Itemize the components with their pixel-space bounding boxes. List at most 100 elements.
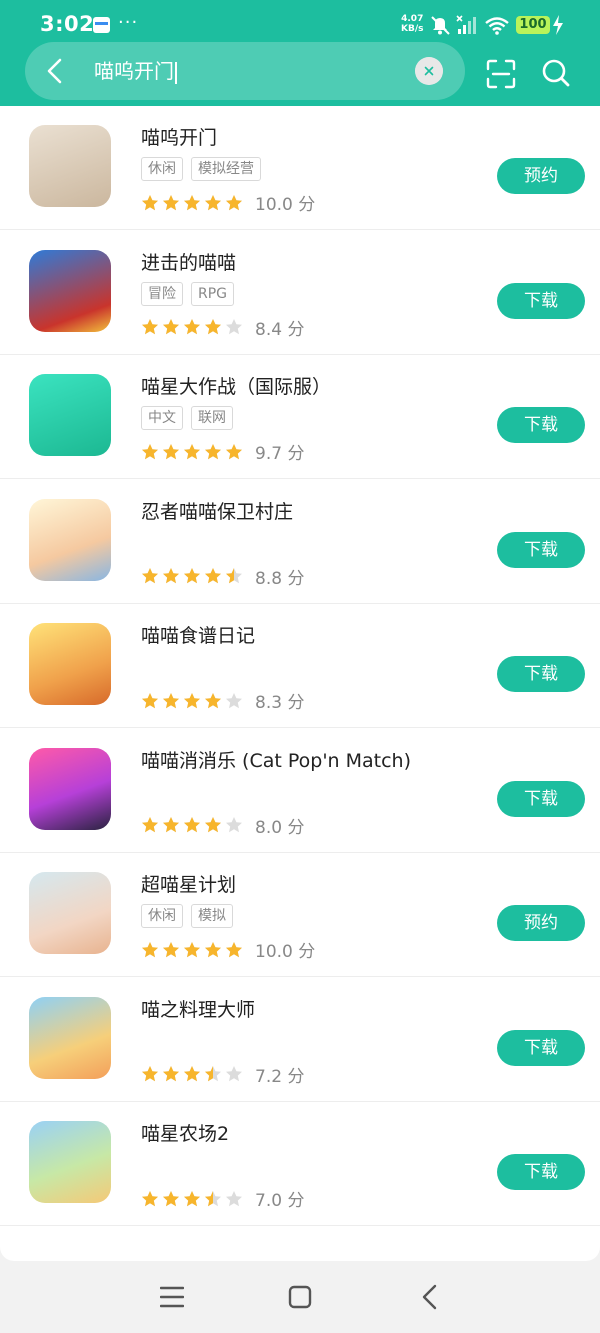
app-name[interactable]: 喵喵食谱日记 bbox=[141, 621, 255, 648]
app-icon[interactable] bbox=[29, 1121, 111, 1203]
star-icon bbox=[184, 941, 200, 957]
app-tag: 中文 bbox=[141, 406, 183, 430]
app-rating: 8.4 分 bbox=[141, 315, 304, 340]
app-result-row[interactable]: 进击的喵喵冒险 RPG 8.4 分 下载 bbox=[0, 231, 600, 355]
rating-score: 8.0 分 bbox=[255, 817, 305, 838]
app-result-row[interactable]: 喵喵食谱日记 8.3 分 下载 bbox=[0, 604, 600, 728]
rating-score: 8.3 分 bbox=[255, 693, 305, 713]
network-speed-value: 4.07 bbox=[401, 14, 424, 24]
status-bar: 3:02 ··· 4.07 KB/s 100 bbox=[0, 0, 600, 46]
app-icon[interactable] bbox=[29, 996, 111, 1079]
star-icon bbox=[142, 568, 158, 584]
clear-icon[interactable] bbox=[415, 57, 443, 85]
app-tags: 冒险 RPG bbox=[141, 281, 235, 306]
star-icon bbox=[163, 941, 179, 957]
star-icon bbox=[205, 941, 221, 957]
app-name[interactable]: 忍者喵喵保卫村庄 bbox=[141, 497, 293, 524]
rating-score: 7.2 分 bbox=[255, 1066, 305, 1087]
rating-score: 9.7 分 bbox=[255, 444, 305, 464]
app-rating: 7.0 分 bbox=[141, 1186, 304, 1211]
star-icon bbox=[142, 692, 158, 708]
network-speed-unit: KB/s bbox=[401, 24, 424, 34]
navigation-bar bbox=[0, 1261, 600, 1333]
star-icon bbox=[163, 692, 179, 708]
star-icon bbox=[184, 1066, 200, 1082]
download-button[interactable]: 下载 bbox=[497, 780, 585, 817]
download-button[interactable]: 下载 bbox=[497, 407, 585, 443]
app-rating: 8.3 分 bbox=[141, 688, 304, 713]
star-icon bbox=[142, 941, 158, 957]
app-icon[interactable] bbox=[29, 623, 111, 705]
app-name[interactable]: 喵星农场2 bbox=[141, 1119, 229, 1146]
app-icon[interactable] bbox=[29, 374, 111, 456]
signal-icon bbox=[456, 15, 476, 34]
charging-icon bbox=[553, 15, 563, 35]
reserve-button[interactable]: 预约 bbox=[497, 158, 585, 194]
download-button[interactable]: 下载 bbox=[497, 282, 585, 319]
rating-stars bbox=[141, 941, 243, 959]
search-input[interactable]: 喵呜开门 bbox=[94, 58, 177, 84]
app-icon[interactable] bbox=[29, 872, 111, 954]
star-icon bbox=[226, 443, 242, 459]
mute-bell-icon bbox=[431, 16, 450, 35]
app-tags: 休闲 模拟 bbox=[141, 904, 233, 928]
app-tags: 中文 联网 bbox=[141, 406, 233, 430]
app-tag: RPG bbox=[191, 281, 235, 306]
more-notifications-icon: ··· bbox=[118, 12, 139, 33]
app-tag: 模拟 bbox=[191, 904, 233, 928]
star-icon bbox=[163, 443, 179, 459]
app-icon[interactable] bbox=[29, 747, 111, 830]
app-icon[interactable] bbox=[29, 125, 111, 207]
star-icon bbox=[226, 194, 242, 210]
search-icon[interactable] bbox=[541, 58, 571, 88]
app-result-row[interactable]: 喵之料理大师 7.2 分 下载 bbox=[0, 978, 600, 1102]
battery-level: 100 bbox=[516, 16, 550, 34]
star-icon bbox=[163, 194, 179, 210]
app-rating: 10.0 分 bbox=[141, 190, 315, 215]
app-tags: 休闲 模拟经营 bbox=[141, 157, 261, 181]
app-name[interactable]: 喵之料理大师 bbox=[141, 995, 255, 1022]
star-icon bbox=[205, 194, 221, 210]
search-bar[interactable] bbox=[25, 42, 465, 100]
download-button[interactable]: 下载 bbox=[497, 1154, 585, 1190]
app-result-row[interactable]: 喵呜开门休闲 模拟经营 10.0 分 预约 bbox=[0, 106, 600, 230]
app-name[interactable]: 喵星大作战（国际服） bbox=[141, 372, 331, 399]
text-caret bbox=[175, 61, 177, 84]
back-icon[interactable] bbox=[418, 1284, 442, 1310]
star-icon bbox=[142, 817, 158, 833]
rating-stars bbox=[141, 443, 243, 461]
app-result-row[interactable]: 忍者喵喵保卫村庄 8.8 分 下载 bbox=[0, 480, 600, 604]
app-name[interactable]: 进击的喵喵 bbox=[141, 248, 236, 275]
star-icon bbox=[205, 319, 221, 335]
app-result-row[interactable]: 喵星大作战（国际服） 中文 联网 9.7 分 下载 bbox=[0, 355, 600, 479]
status-time: 3:02 bbox=[40, 12, 95, 36]
star-icon bbox=[142, 443, 158, 459]
app-icon[interactable] bbox=[29, 498, 111, 581]
star-icon bbox=[184, 194, 200, 210]
app-name[interactable]: 喵喵消消乐 (Cat Pop'n Match) bbox=[141, 746, 411, 773]
star-icon bbox=[184, 443, 200, 459]
star-icon bbox=[184, 1190, 200, 1206]
star-icon bbox=[184, 817, 200, 833]
app-rating: 10.0 分 bbox=[141, 937, 315, 962]
download-button[interactable]: 下载 bbox=[497, 1029, 585, 1066]
app-result-row[interactable]: 超喵星计划休闲 模拟 10.0 分 预约 bbox=[0, 853, 600, 977]
notification-card-icon bbox=[93, 17, 110, 33]
star-icon bbox=[226, 817, 242, 833]
star-icon bbox=[163, 568, 179, 584]
star-icon bbox=[226, 1066, 242, 1082]
app-name[interactable]: 喵呜开门 bbox=[141, 123, 217, 150]
reserve-button[interactable]: 预约 bbox=[497, 905, 585, 941]
back-arrow-icon[interactable] bbox=[40, 56, 70, 86]
app-result-row[interactable]: 喵星农场2 7.0 分 下载 bbox=[0, 1102, 600, 1226]
menu-icon[interactable] bbox=[160, 1286, 184, 1308]
rating-stars bbox=[141, 194, 243, 212]
app-name[interactable]: 超喵星计划 bbox=[141, 870, 236, 897]
app-result-row[interactable]: 喵喵消消乐 (Cat Pop'n Match) 8.0 分 下载 bbox=[0, 729, 600, 853]
app-icon[interactable] bbox=[29, 249, 111, 332]
star-icon bbox=[163, 1066, 179, 1082]
scan-icon[interactable] bbox=[486, 59, 516, 89]
home-icon[interactable] bbox=[288, 1285, 312, 1309]
download-button[interactable]: 下载 bbox=[497, 656, 585, 692]
download-button[interactable]: 下载 bbox=[497, 531, 585, 568]
